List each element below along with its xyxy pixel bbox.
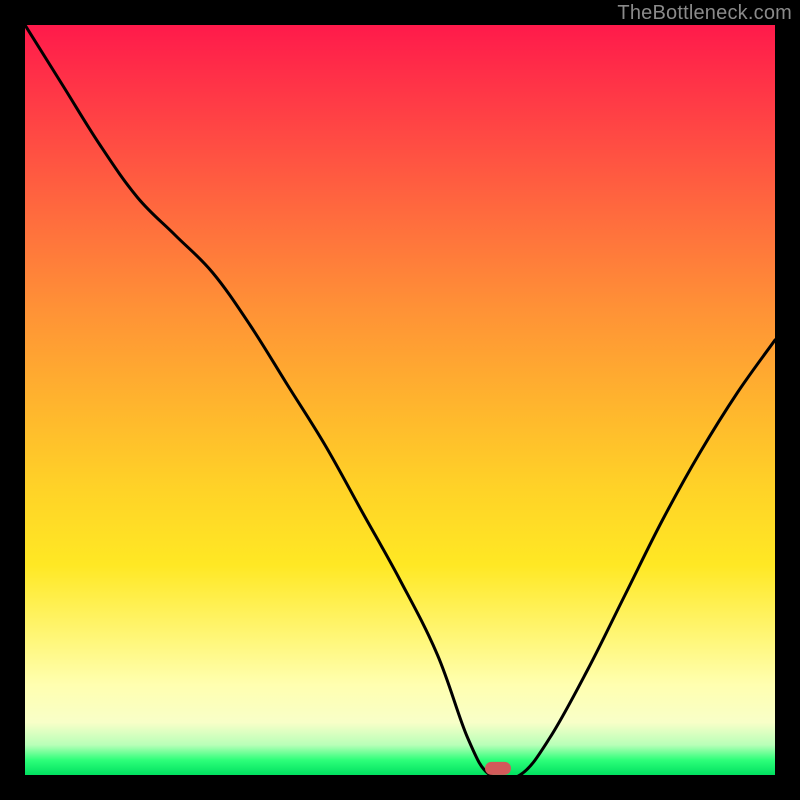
bottleneck-curve [25,25,775,775]
watermark-text: TheBottleneck.com [617,2,792,25]
plot-area [25,25,775,775]
chart-container: TheBottleneck.com [0,0,800,800]
optimal-marker [485,762,511,775]
